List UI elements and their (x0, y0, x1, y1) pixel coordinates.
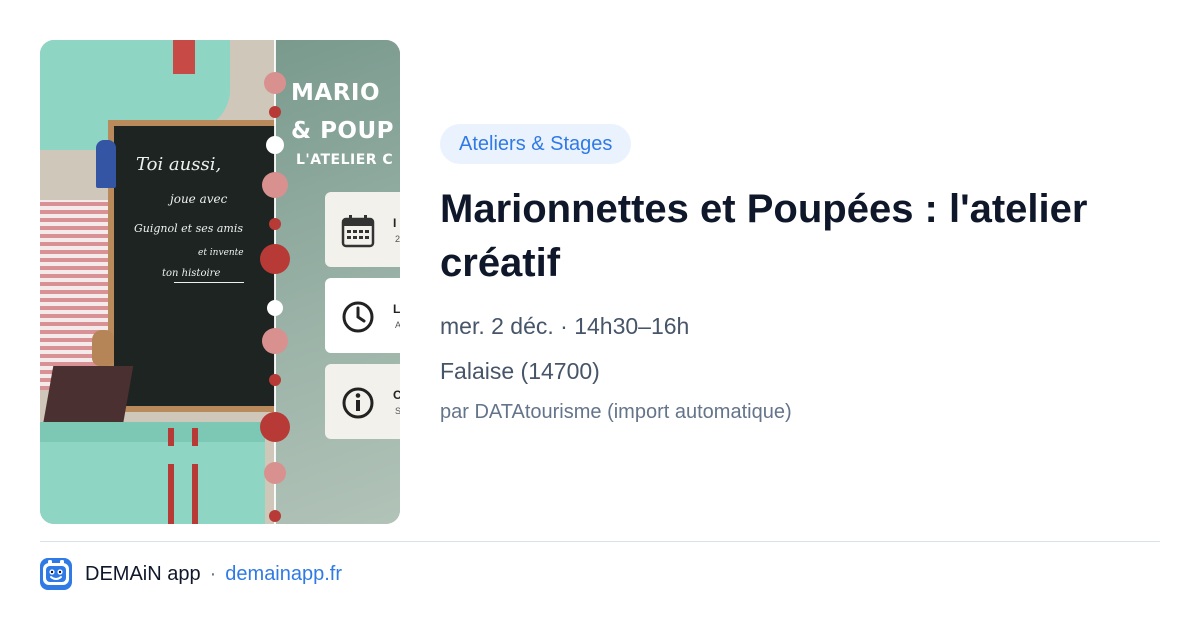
poster-info-text: L (393, 302, 400, 316)
poster-bead (269, 510, 281, 522)
poster-tassel (96, 140, 116, 188)
poster-info-card: I 2 (325, 192, 400, 267)
chalk-underline (174, 282, 244, 283)
poster-info-sub: A (395, 320, 400, 330)
poster-bead (260, 244, 290, 274)
poster-cabinet-mark (168, 464, 198, 524)
poster-bead (267, 300, 283, 316)
poster-bead (269, 218, 281, 230)
poster-info-card: L A (325, 278, 400, 353)
event-source: par DATAtourisme (import automatique) (440, 401, 792, 423)
poster-shelf-top (40, 40, 230, 130)
poster-title-line: & POUP (291, 118, 395, 144)
poster-info-text: C (393, 388, 400, 402)
poster-bead (262, 172, 288, 198)
poster-puppet-body (42, 366, 134, 426)
info-icon (342, 387, 374, 419)
footer-bar: DEMAiN app · demainapp.fr (40, 558, 342, 590)
event-title[interactable]: Marionnettes et Poupées : l'atelier créa… (440, 182, 1160, 290)
poster-info-sub: S (395, 406, 400, 416)
poster-bead (264, 72, 286, 94)
poster-info-sub: 2 (395, 234, 400, 244)
chalk-line: et invente (198, 248, 244, 258)
footer-separator: · (209, 562, 217, 585)
app-name: DEMAiN app (85, 562, 201, 585)
poster-bead (264, 462, 286, 484)
calendar-icon (341, 215, 375, 248)
poster-cabinet-mark (168, 428, 198, 446)
poster-bead (269, 374, 281, 386)
poster-chalkboard: Toi aussi, joue avec Guignol et ses amis… (108, 120, 286, 412)
poster-cabinet-top (40, 422, 265, 442)
app-domain-link[interactable]: demainapp.fr (225, 563, 342, 586)
poster-info-text: I (393, 216, 397, 230)
footer-divider (40, 541, 1160, 542)
poster-title-line: L'ATELIER C (296, 152, 394, 168)
poster-red-stripe (173, 40, 195, 74)
chalk-line: Guignol et ses amis (134, 222, 244, 235)
poster-bead (266, 136, 284, 154)
poster-puppet-head (92, 330, 114, 366)
app-logo-icon (40, 558, 72, 590)
event-poster-image[interactable]: Toi aussi, joue avec Guignol et ses amis… (40, 40, 400, 524)
chalk-line: ton histoire (162, 268, 221, 279)
chalk-line: joue avec (170, 192, 228, 206)
poster-info-card: C S (325, 364, 400, 439)
event-location: Falaise (14700) (440, 358, 600, 384)
event-date-time: mer. 2 déc. · 14h30–16h (440, 313, 690, 339)
poster-bead (262, 328, 288, 354)
clock-icon (342, 301, 374, 333)
poster-title-line: MARIO (291, 80, 381, 106)
chalk-line: Toi aussi, (136, 154, 222, 175)
poster-bead (260, 412, 290, 442)
poster-bead (269, 106, 281, 118)
category-badge[interactable]: Ateliers & Stages (440, 124, 632, 164)
